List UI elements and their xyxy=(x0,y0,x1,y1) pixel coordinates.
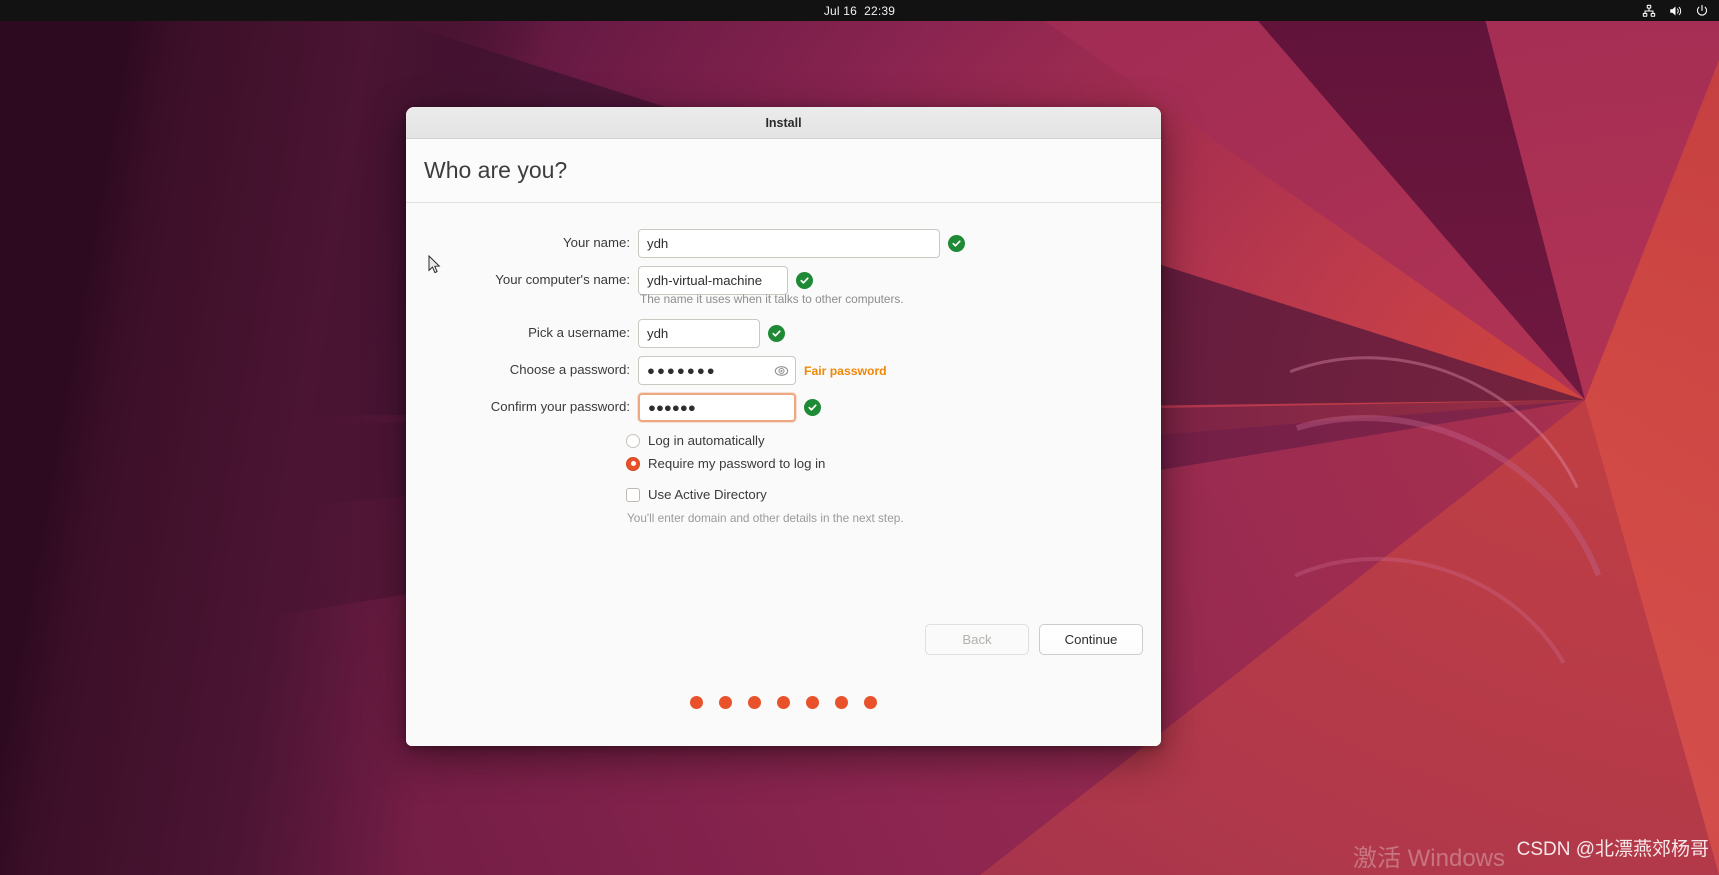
back-button[interactable]: Back xyxy=(925,624,1029,655)
hostname-input[interactable] xyxy=(638,266,788,295)
window-title: Install xyxy=(765,115,802,130)
continue-button[interactable]: Continue xyxy=(1039,624,1143,655)
radio-unselected-icon xyxy=(626,433,640,448)
active-directory-label: Use Active Directory xyxy=(648,487,767,502)
login-options: Log in automatically Require my password… xyxy=(626,426,1161,525)
csdn-watermark: CSDN @北漂燕郊杨哥 xyxy=(1516,839,1709,860)
user-account-form: Your name: Your computer's name: xyxy=(406,225,1161,426)
name-label: Your name: xyxy=(563,235,630,250)
radio-selected-icon xyxy=(626,456,640,471)
name-row xyxy=(638,225,1161,262)
radio-require-password[interactable]: Require my password to log in xyxy=(626,452,1161,475)
username-valid-check-icon xyxy=(768,325,785,342)
hostname-hint: The name it uses when it talks to other … xyxy=(640,292,904,306)
checkbox-unchecked-icon xyxy=(626,487,640,502)
page-header: Who are you? xyxy=(406,139,1161,203)
system-tray xyxy=(1642,0,1709,21)
confirm-password-row xyxy=(638,389,1161,426)
install-window: Install Who are you? Your name: Your xyxy=(406,107,1161,746)
eye-icon[interactable] xyxy=(773,362,790,379)
checkbox-use-active-directory[interactable]: Use Active Directory xyxy=(626,483,1161,506)
confirm-password-input[interactable] xyxy=(638,393,796,422)
volume-icon[interactable] xyxy=(1668,4,1683,18)
confirm-password-valid-check-icon xyxy=(804,399,821,416)
window-titlebar[interactable]: Install xyxy=(406,107,1161,139)
login-automatically-label: Log in automatically xyxy=(648,433,765,448)
password-strength-label: Fair password xyxy=(804,363,887,378)
name-input[interactable] xyxy=(638,229,940,258)
step-dot xyxy=(748,696,761,709)
step-dot xyxy=(719,696,732,709)
panel-clock[interactable]: Jul 16 22:39 xyxy=(824,4,895,18)
step-dot xyxy=(806,696,819,709)
password-field-wrapper xyxy=(638,356,796,385)
username-label: Pick a username: xyxy=(528,325,630,340)
footer-buttons: Back Continue xyxy=(925,624,1143,655)
require-password-label: Require my password to log in xyxy=(648,456,826,471)
step-indicator-dots xyxy=(406,696,1161,709)
confirm-password-label: Confirm your password: xyxy=(490,399,630,414)
step-dot xyxy=(864,696,877,709)
options-spacer xyxy=(626,475,1161,483)
power-icon[interactable] xyxy=(1695,4,1709,18)
step-dot xyxy=(835,696,848,709)
password-label: Choose a password: xyxy=(509,362,630,377)
top-panel: Jul 16 22:39 xyxy=(0,0,1719,21)
username-row xyxy=(638,315,1161,352)
name-valid-check-icon xyxy=(948,235,965,252)
windows-activation-watermark: 激活 Windows xyxy=(1352,845,1505,872)
step-dot xyxy=(690,696,703,709)
step-dot xyxy=(777,696,790,709)
desktop: Jul 16 22:39 Install Who are you? Your n… xyxy=(0,0,1719,875)
hostname-valid-check-icon xyxy=(796,272,813,289)
page-title: Who are you? xyxy=(424,157,568,183)
active-directory-hint: You'll enter domain and other details in… xyxy=(627,511,904,525)
network-icon[interactable] xyxy=(1642,4,1656,18)
radio-login-automatically[interactable]: Log in automatically xyxy=(626,429,1161,452)
page-body: Your name: Your computer's name: xyxy=(406,203,1161,746)
hostname-label: Your computer's name: xyxy=(495,272,630,287)
password-row: Fair password xyxy=(638,352,1161,389)
username-input[interactable] xyxy=(638,319,760,348)
